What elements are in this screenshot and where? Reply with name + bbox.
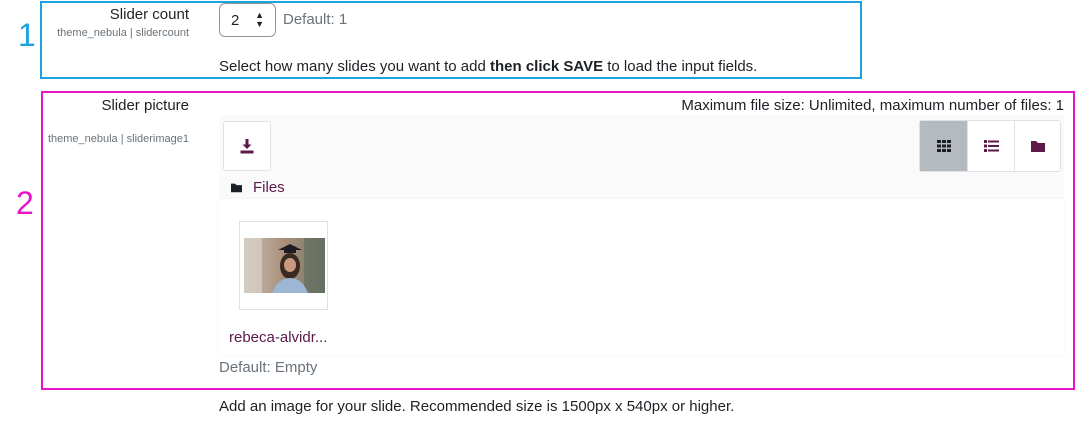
slider-picture-description: Add an image for your slide. Recommended… [219, 398, 735, 415]
view-switcher [919, 120, 1061, 172]
select-arrows-icon: ▲ ▼ [255, 10, 264, 29]
file-area [219, 199, 1064, 355]
file-limits-text: Maximum file size: Unlimited, maximum nu… [681, 97, 1064, 114]
grid-icon [936, 140, 951, 152]
breadcrumb-folder-link[interactable]: Files [253, 179, 285, 196]
breadcrumb: Files [230, 179, 285, 196]
add-file-button[interactable] [223, 121, 271, 171]
file-name[interactable]: rebeca-alvidr... [229, 329, 327, 346]
view-tree-button[interactable] [1014, 121, 1060, 171]
folder-icon [231, 183, 242, 193]
download-icon [240, 139, 254, 154]
folder-icon [1030, 141, 1045, 152]
slider-picture-label: Slider picture [101, 97, 189, 114]
slider-count-setting-id: theme_nebula | slidercount [57, 27, 189, 39]
file-thumbnail[interactable] [239, 221, 328, 310]
slider-count-default: Default: 1 [283, 11, 348, 28]
slider-picture-default: Default: Empty [219, 359, 318, 376]
slider-count-value: 2 [231, 12, 240, 29]
annotation-number-2: 2 [16, 185, 34, 221]
file-preview-image [244, 238, 325, 293]
view-list-button[interactable] [967, 121, 1014, 171]
list-icon [983, 140, 999, 152]
slider-picture-setting-id: theme_nebula | sliderimage1 [47, 133, 189, 145]
slider-count-label: Slider count [109, 6, 189, 23]
annotation-number-1: 1 [18, 17, 36, 53]
view-icons-button[interactable] [920, 121, 967, 171]
slider-count-select[interactable]: 2 ▲ ▼ [219, 3, 276, 37]
slider-count-description: Select how many slides you want to add t… [219, 58, 758, 75]
